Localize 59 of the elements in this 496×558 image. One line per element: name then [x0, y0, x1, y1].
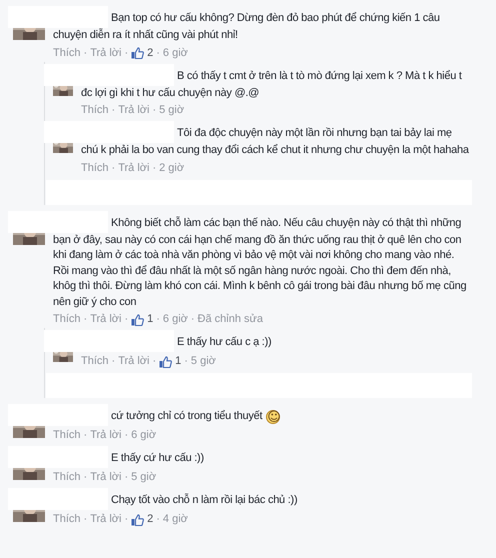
- separator-dot: ·: [152, 160, 156, 176]
- reply-link[interactable]: Trả lời: [118, 160, 150, 176]
- like-link[interactable]: Thích: [53, 470, 81, 485]
- separator-dot: ·: [156, 46, 160, 60]
- like-link[interactable]: Thích: [53, 46, 81, 60]
- comment-text: Không biết chỗ làm các bạn thế nào. Nếu câu chuyện này có thật thì những bạn ở đây, sau này có con cái hạn chế mang đồ ăn thức uống rau thịt ở quê lên cho con khi đang làm ở các toà nhà văn phòng vì bảo vệ một vài nơi không cho mang vào nhé. Rồi mang vào thì để đâu nhất là một số ngân hàng nước ngoài. Cho thì đem đến nhà, khôg thì thôi. Đừng làm khó con cái. Mình k bênh cô gái trong bài đâu nhưng bố mẹ cũng nên giữ ý cho con: [53, 210, 470, 310]
- reply-link[interactable]: Trả lời: [90, 428, 122, 443]
- separator-dot: ·: [184, 354, 188, 369]
- thumbs-up-icon: [159, 356, 172, 368]
- comment-text: B có thấy t cmt ở trên là t tò mò đứng lại xem k ? Mà t k hiểu t đc lợi gì khi t hư cấu chuyện này @.@: [81, 64, 470, 101]
- like-link[interactable]: Thích: [81, 160, 109, 176]
- comment-time[interactable]: 5 giờ: [159, 103, 184, 118]
- thumbs-up-icon: [131, 514, 144, 526]
- comment-time[interactable]: 2 giờ: [159, 160, 184, 176]
- separator-dot: ·: [84, 428, 88, 443]
- comment-time[interactable]: 6 giờ: [162, 312, 188, 327]
- separator-dot: ·: [152, 103, 156, 118]
- reply-link[interactable]: Trả lời: [118, 103, 150, 118]
- smiley-emoji: ☺: [266, 410, 280, 424]
- separator-dot: ·: [124, 512, 128, 527]
- comment-time[interactable]: 4 giờ: [162, 512, 188, 527]
- reply-link[interactable]: Trả lời: [90, 470, 122, 485]
- separator-dot: ·: [190, 312, 195, 327]
- comment-text: Bạn top có hư cấu không? Dừng đèn đỏ bao phút để chứng kiến 1 câu chuyện diễn ra ít nhất cũng vài phút nhỉ!: [53, 6, 470, 44]
- separator-dot: ·: [112, 160, 116, 176]
- separator-dot: ·: [124, 470, 128, 485]
- separator-dot: ·: [156, 312, 160, 327]
- separator-dot: ·: [124, 428, 128, 443]
- like-count: 2: [147, 46, 154, 60]
- separator-dot: ·: [112, 103, 116, 118]
- like-link[interactable]: Thích: [53, 312, 81, 327]
- separator-dot: ·: [84, 312, 88, 327]
- separator-dot: ·: [84, 46, 88, 60]
- thumbs-up-icon: [131, 314, 144, 326]
- separator-dot: ·: [112, 354, 116, 369]
- separator-dot: ·: [152, 354, 156, 369]
- like-count: 2: [147, 512, 154, 527]
- separator-dot: ·: [84, 512, 88, 527]
- like-link[interactable]: Thích: [81, 103, 109, 118]
- comment-time[interactable]: 6 giờ: [131, 428, 156, 443]
- like-link[interactable]: Thích: [53, 512, 81, 527]
- reply-link[interactable]: Trả lời: [90, 312, 122, 327]
- comment-text: Tôi đa độc chuyện này một lần rồi nhưng bạn tai bảy lai mẹ chú k phải la bo van cung thay đổi cách kể chut it nhưng chư chuyện la một hahaha: [81, 121, 470, 158]
- like-count: 1: [175, 354, 182, 369]
- reply-link[interactable]: Trả lời: [90, 46, 122, 60]
- comment-time[interactable]: 6 giờ: [162, 46, 188, 60]
- like-link[interactable]: Thích: [81, 354, 109, 369]
- separator-dot: ·: [84, 470, 88, 485]
- separator-dot: ·: [124, 312, 128, 327]
- separator-dot: ·: [124, 46, 128, 60]
- thumbs-up-icon: [131, 47, 144, 59]
- comment-time[interactable]: 5 giờ: [190, 354, 216, 369]
- separator-dot: ·: [156, 512, 160, 527]
- like-link[interactable]: Thích: [53, 428, 81, 443]
- like-count: 1: [147, 312, 154, 327]
- comment-time[interactable]: 5 giờ: [131, 470, 156, 485]
- reply-link[interactable]: Trả lời: [118, 354, 150, 369]
- edited-label: Đã chỉnh sửa: [198, 312, 263, 327]
- reply-link[interactable]: Trả lời: [90, 512, 122, 527]
